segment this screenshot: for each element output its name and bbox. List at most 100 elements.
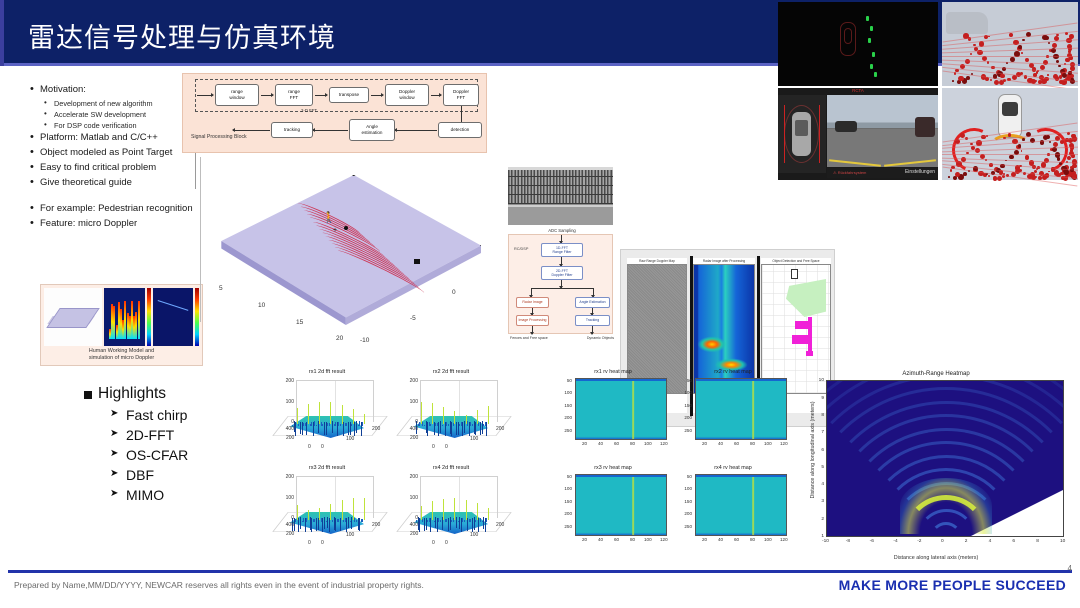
scene-x-tick: 5 (219, 285, 223, 292)
chart-title: rx4 rv heat map (714, 465, 752, 471)
axis-tick: 150 (564, 402, 572, 408)
footer-copyright: Prepared by Name,MM/DD/YYYY, NEWCAR rese… (14, 580, 424, 590)
bullet-item: For DSP code verification (28, 119, 203, 131)
point-cloud-dot (949, 169, 953, 172)
spike (440, 421, 441, 434)
chart-z-tick: 100 (409, 399, 418, 405)
axis-tick: 20 (702, 537, 708, 542)
point-cloud-dot (1057, 133, 1060, 136)
axis-tick: 200 (564, 511, 572, 517)
chart-z-tick: 200 (285, 474, 294, 480)
green-target-dot (866, 16, 869, 21)
axis-tick: 5 (821, 464, 824, 470)
point-cloud-dot (1058, 75, 1063, 79)
micro-doppler-spectrogram-2 (152, 288, 193, 346)
slide-body: Motivation: Development of new algorithm… (0, 2, 1080, 565)
axis-tick: 20 (582, 537, 588, 542)
point-cloud-ego-car (946, 12, 988, 34)
axis-tick: -4 (893, 539, 898, 544)
chart-spikes (414, 396, 489, 438)
bullet-item: Give theoretical guide (28, 175, 203, 190)
axis-tick: 60 (614, 441, 620, 446)
flow-arrow-5 (530, 326, 534, 335)
signal-block-name: Signal Processing Block (191, 134, 247, 140)
flow-arrow-left (529, 288, 533, 298)
point-cloud-dot (1021, 138, 1025, 141)
flowbox-label: 1D-FFT Range Filter (552, 245, 572, 254)
point-cloud-dot (989, 78, 993, 82)
chart-title: rx3 rv heat map (594, 465, 632, 471)
axis-tick: 60 (734, 537, 740, 542)
target-point-a (344, 226, 348, 230)
flow-arrow-2 (559, 280, 563, 289)
chart-x-tick: 200 (372, 426, 381, 432)
chart-y-tick: 0 (308, 540, 311, 546)
point-cloud-dot (988, 35, 990, 38)
radar-pipeline-column: ADC Sampling RC/DSP 1D-FFT Range Filter 2… (508, 167, 616, 359)
point-cloud-car-window (1002, 102, 1018, 116)
axis-tick: 9 (821, 395, 824, 401)
axis-tick: 8 (821, 412, 824, 418)
point-cloud-dot (1047, 170, 1050, 173)
axis-tick: 200 (684, 511, 692, 517)
ground-grid-line (942, 56, 1078, 57)
flow-arrow-right (591, 288, 595, 298)
chart-x-tick: 100 (346, 436, 355, 442)
axis-tick: 250 (564, 523, 572, 529)
chart-x-tick: 100 (470, 436, 479, 442)
highlight-item: MIMO (84, 487, 188, 503)
spike (488, 405, 489, 424)
arrow-3 (371, 93, 384, 97)
axis-tick: 80 (630, 537, 636, 542)
axis-tick: -8 (845, 539, 851, 544)
signal-processing-block-diagram: range window range FFT transpose Doppler wi… (182, 73, 487, 153)
block-label: Doppler FFT (452, 89, 470, 100)
chart-z-tick: 200 (285, 378, 294, 384)
human-model-3d-plot (44, 288, 102, 346)
chart-y-tick: 400 (285, 522, 294, 528)
flowchart-group-label: RC/DSP (514, 247, 529, 251)
spike (476, 410, 478, 424)
arrow-1 (261, 93, 274, 97)
scene-left-axis (200, 157, 201, 322)
point-cloud-dot (1067, 156, 1072, 161)
highlight-item: 2D-FFT (84, 427, 188, 443)
flowbox-label: Tracking (585, 318, 600, 323)
bullet-item: For example: Pedestrian recognition (28, 201, 203, 216)
spike (352, 498, 354, 520)
highlights-section: Highlights Fast chirp 2D-FFT OS-CFAR DBF… (84, 385, 188, 503)
point-cloud-dot (958, 75, 964, 81)
axis-tick: 100 (764, 537, 772, 542)
micro-doppler-stripes (107, 291, 142, 343)
axis-tick: 50 (686, 378, 692, 383)
spike (430, 517, 432, 532)
point-cloud-dot (1056, 34, 1059, 37)
spike (464, 519, 465, 522)
bullet-item: Development of new algorithm (28, 97, 203, 109)
point-cloud-dot (1047, 74, 1049, 76)
flowbox-doppler-filter: 2D-FFT Doppler Filter (541, 266, 583, 280)
scene-ground: 🚶 + (216, 175, 481, 325)
chart-z-tick: 100 (285, 399, 294, 405)
axis-tick: 100 (684, 390, 692, 396)
point-cloud-dot (1018, 45, 1023, 49)
axis-tick: 10 (818, 378, 824, 384)
spike (300, 517, 301, 530)
chart-x-tick: 200 (372, 522, 381, 528)
target-cross-marker: + (333, 227, 338, 234)
chart-y-tick: 0 (432, 444, 435, 450)
header-accent-bar (0, 0, 4, 66)
chart-x-axis: 20 40 60 80 100 120 (575, 537, 668, 546)
two-d-fft-label: 2-D FFT (301, 108, 317, 113)
human-working-model-figure: Human Working Model and simulation of mi… (40, 284, 203, 366)
spike (443, 498, 444, 520)
chart-y-tick: 0 (308, 444, 311, 450)
spike (341, 499, 343, 520)
chart-heatmap-image (695, 378, 787, 440)
point-cloud-dot (948, 176, 950, 178)
chart-z-tick: 100 (409, 495, 418, 501)
highlight-item: Fast chirp (84, 407, 188, 423)
chart-y-tick: 400 (409, 522, 418, 528)
point-cloud-dot (1024, 155, 1029, 160)
flowchart-input-label: ADC Sampling (548, 228, 576, 233)
